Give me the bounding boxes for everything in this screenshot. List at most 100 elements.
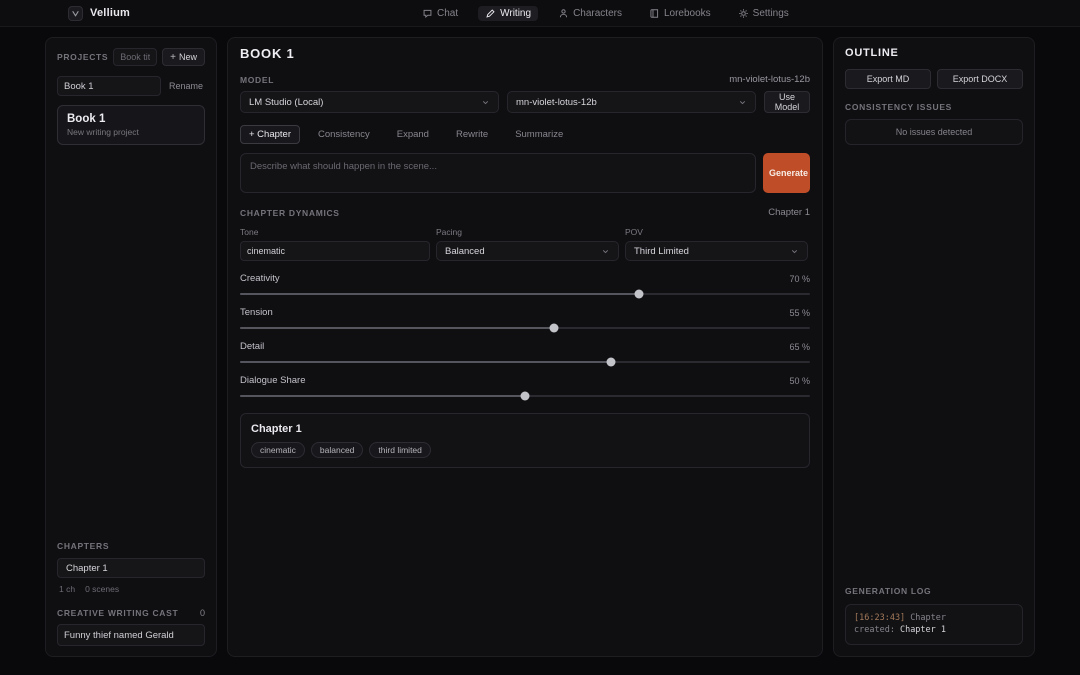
chevron-down-icon xyxy=(790,247,799,256)
tension-slider-block: Tension 55 % xyxy=(240,307,810,333)
tension-label: Tension xyxy=(240,307,273,318)
tab-rewrite[interactable]: Rewrite xyxy=(447,125,497,144)
creativity-label: Creativity xyxy=(240,273,280,284)
left-sidebar: Projects New Rename Book 1 New writing p… xyxy=(45,37,217,657)
dialogue-share-slider[interactable] xyxy=(240,391,810,401)
chapter-meta: 1 ch 0 scenes xyxy=(57,584,205,594)
generation-log-heading: Generation Log xyxy=(845,585,932,596)
nav-writing-label: Writing xyxy=(500,8,532,19)
dynamics-heading: Chapter Dynamics xyxy=(240,207,340,218)
projects-header-row: Projects New xyxy=(57,48,205,66)
dialogue-share-label: Dialogue Share xyxy=(240,375,306,386)
tag-pacing: balanced xyxy=(310,442,364,458)
provider-select-value: LM Studio (Local) xyxy=(249,96,324,108)
dynamics-header-row: Chapter Dynamics Chapter 1 xyxy=(240,207,810,218)
brand: Vellium xyxy=(68,5,131,21)
generation-log-section: Generation Log [16:23:43] Chapter created… xyxy=(845,585,1023,645)
export-md-button[interactable]: Export MD xyxy=(845,69,931,89)
new-project-button[interactable]: New xyxy=(162,48,205,66)
project-card-title: Book 1 xyxy=(67,113,106,125)
model-select-value: mn-violet-lotus-12b xyxy=(516,96,597,108)
new-project-label: New xyxy=(178,52,197,62)
slider-thumb[interactable] xyxy=(520,391,530,401)
projects-heading: Projects xyxy=(57,52,109,62)
rename-button[interactable]: Rename xyxy=(167,81,205,91)
provider-select[interactable]: LM Studio (Local) xyxy=(240,91,499,113)
chapter-card[interactable]: Chapter 1 cinematic balanced third limit… xyxy=(240,413,810,468)
project-card-subtitle: New writing project xyxy=(67,127,139,137)
model-select[interactable]: mn-violet-lotus-12b xyxy=(507,91,756,113)
nav-chat[interactable]: Chat xyxy=(415,6,465,21)
chapter-item-label: Chapter 1 xyxy=(66,562,108,574)
nav-lorebooks[interactable]: Lorebooks xyxy=(642,6,718,21)
slider-thumb[interactable] xyxy=(634,289,644,299)
tone-field: Tone xyxy=(240,227,430,261)
outline-heading: Outline xyxy=(845,47,899,59)
nav-writing[interactable]: Writing xyxy=(478,6,539,21)
chevron-down-icon xyxy=(481,98,490,107)
pencil-icon xyxy=(486,9,495,18)
detail-value: 65 % xyxy=(789,341,810,352)
right-sidebar: Outline Export MD Export DOCX Consistenc… xyxy=(833,37,1035,657)
tab-summarize[interactable]: Summarize xyxy=(506,125,572,144)
chat-icon xyxy=(423,9,432,18)
tab-consistency[interactable]: Consistency xyxy=(309,125,379,144)
export-docx-button[interactable]: Export DOCX xyxy=(937,69,1023,89)
book-title-input[interactable] xyxy=(113,48,158,66)
cast-input[interactable] xyxy=(57,624,205,646)
pacing-select-value: Balanced xyxy=(445,245,485,257)
chapter-list-item[interactable]: Chapter 1 xyxy=(57,558,205,578)
cast-header-row: Creative Writing Cast 0 xyxy=(57,608,205,618)
prompt-row: Generate xyxy=(240,153,810,193)
book-icon xyxy=(650,9,659,18)
dialogue-share-slider-block: Dialogue Share 50 % xyxy=(240,375,810,401)
slider-thumb[interactable] xyxy=(606,357,615,367)
log-target: Chapter 1 xyxy=(899,625,947,636)
project-card[interactable]: Book 1 New writing project xyxy=(57,105,205,145)
workspace: Projects New Rename Book 1 New writing p… xyxy=(0,27,1080,675)
nav-lorebooks-label: Lorebooks xyxy=(663,8,711,19)
dynamics-chapter-ref: Chapter 1 xyxy=(768,207,810,218)
main-panel: Book 1 Model mn-violet-lotus-12b LM Stud… xyxy=(227,37,823,657)
project-name-input[interactable] xyxy=(57,76,161,96)
brand-name: Vellium xyxy=(90,7,131,19)
consistency-heading: Consistency Issues xyxy=(845,102,953,112)
nav-characters-label: Characters xyxy=(573,8,622,19)
nav-settings[interactable]: Settings xyxy=(731,6,796,21)
pov-select[interactable]: Third Limited xyxy=(625,241,808,261)
model-select-row: LM Studio (Local) mn-violet-lotus-12b Us… xyxy=(240,91,810,113)
chapter-card-tags: cinematic balanced third limited xyxy=(251,442,799,458)
cast-heading: Creative Writing Cast xyxy=(57,608,179,618)
tab-chapter[interactable]: + Chapter xyxy=(240,125,300,144)
pacing-select[interactable]: Balanced xyxy=(436,241,619,261)
detail-slider[interactable] xyxy=(240,357,810,367)
detail-label: Detail xyxy=(240,341,265,352)
chapter-card-title: Chapter 1 xyxy=(251,423,302,435)
vellium-logo xyxy=(68,5,83,21)
chevron-down-icon xyxy=(601,247,610,256)
pov-label: POV xyxy=(625,227,643,237)
chapter-count: 1 ch xyxy=(59,584,76,594)
gear-icon xyxy=(738,9,748,18)
top-bar: Vellium Chat Writing Characters Lorebook… xyxy=(0,0,1080,27)
scene-prompt-input[interactable] xyxy=(240,153,756,193)
tension-slider[interactable] xyxy=(240,323,810,333)
pov-field: POV Third Limited xyxy=(625,227,808,261)
nav-characters[interactable]: Characters xyxy=(551,6,629,21)
page-title: Book 1 xyxy=(240,46,295,61)
use-model-button[interactable]: Use Model xyxy=(764,91,810,113)
export-row: Export MD Export DOCX xyxy=(845,69,1023,89)
slider-thumb[interactable] xyxy=(549,323,558,333)
generation-log-box: [16:23:43] Chapter created: Chapter 1 xyxy=(845,603,1023,645)
detail-slider-block: Detail 65 % xyxy=(240,341,810,367)
creativity-slider[interactable] xyxy=(240,289,810,299)
dynamics-fields-row: Tone Pacing Balanced POV Third Limited xyxy=(240,227,810,261)
dialogue-share-value: 50 % xyxy=(789,375,810,386)
tab-expand[interactable]: Expand xyxy=(388,125,438,144)
generate-button[interactable]: Generate xyxy=(763,153,810,193)
plus-icon xyxy=(170,52,176,63)
creativity-slider-block: Creativity 70 % xyxy=(240,273,810,299)
tag-tone: cinematic xyxy=(251,442,305,458)
scene-count: 0 scenes xyxy=(85,584,120,594)
tone-input[interactable] xyxy=(240,241,430,261)
